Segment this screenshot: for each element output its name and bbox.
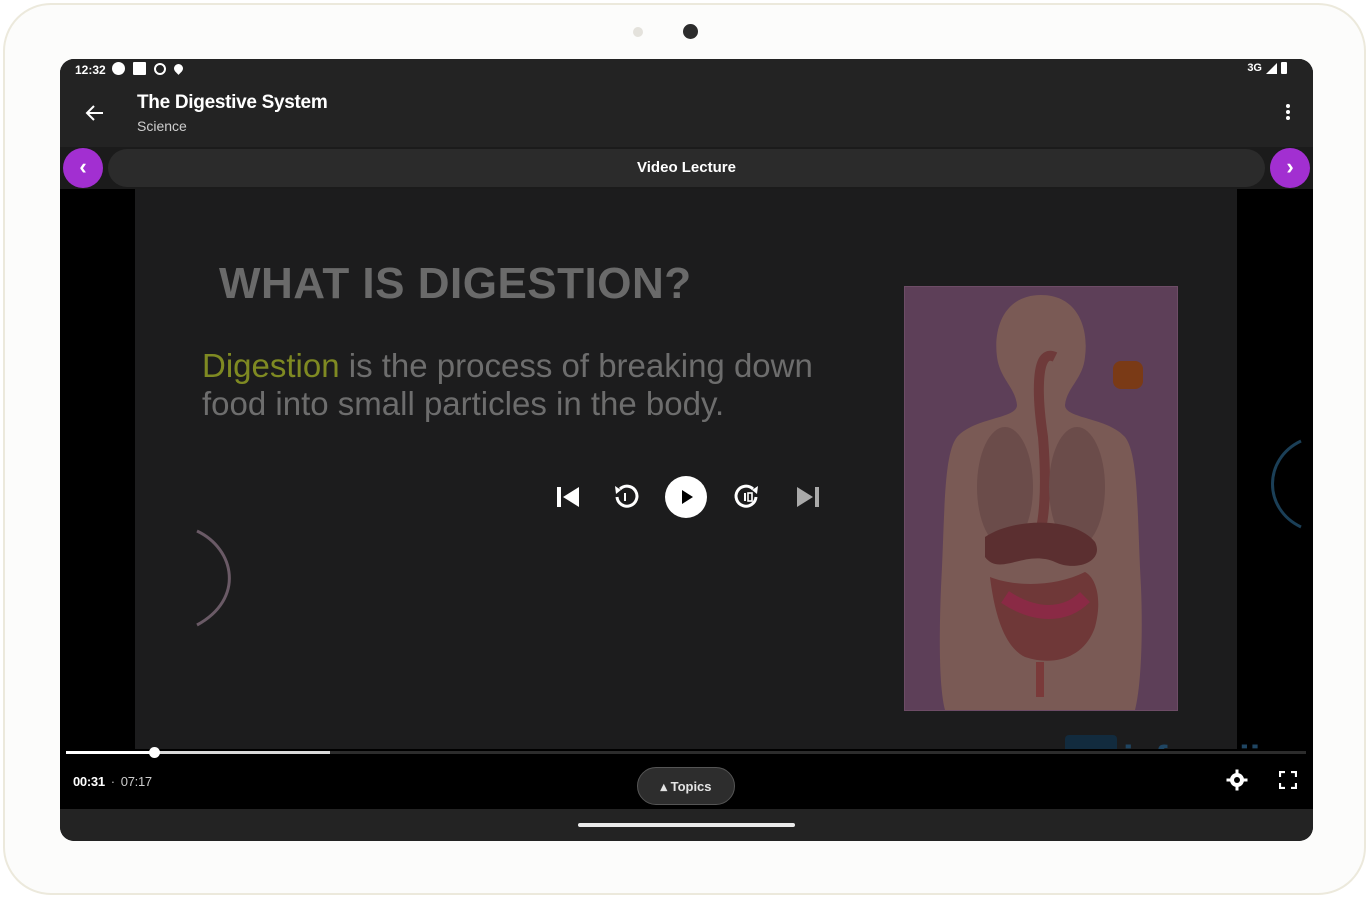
play-icon[interactable]	[664, 475, 708, 519]
battery-icon	[1281, 62, 1287, 74]
network-type: 3G	[1247, 62, 1262, 74]
front-camera	[683, 24, 698, 39]
circle-icon	[112, 62, 125, 75]
status-time: 12:32	[75, 63, 106, 77]
signal-icon	[1266, 62, 1277, 74]
status-bar: 12:32 3G	[60, 59, 1313, 81]
page-title: The Digestive System	[137, 92, 328, 113]
tab-video-lecture[interactable]: Video Lecture	[108, 149, 1265, 187]
skip-next-icon[interactable]	[786, 475, 830, 519]
slide-title: WHAT IS DIGESTION?	[219, 259, 692, 308]
prev-section-button[interactable]: ‹	[63, 148, 103, 188]
slide-body: Digestion is the process of breaking dow…	[202, 347, 882, 423]
scribble-decoration	[196, 529, 231, 627]
digestive-system-illustration	[904, 286, 1178, 711]
current-time: 00:31	[73, 774, 105, 789]
home-indicator[interactable]	[578, 823, 795, 827]
location-ring-icon	[154, 62, 166, 75]
time-display: 00:31 · 07:17	[73, 774, 152, 789]
slide-highlight: Digestion	[202, 347, 340, 384]
app-bar: The Digestive System Science	[60, 81, 1313, 147]
player-bottom-bar: 00:31 · 07:17 ▴ Topics	[60, 747, 1313, 809]
playback-controls	[546, 475, 826, 519]
scribble-decoration	[1271, 439, 1302, 529]
square-icon	[133, 62, 146, 75]
replay-10-icon[interactable]	[604, 475, 648, 519]
status-icons	[112, 62, 185, 75]
seek-thumb[interactable]	[149, 747, 160, 758]
seek-progress	[66, 751, 154, 754]
location-pin-icon	[172, 62, 185, 75]
screen: 12:32 3G The Digestive System Science ‹	[60, 59, 1313, 841]
forward-10-icon[interactable]	[725, 475, 769, 519]
back-arrow-icon[interactable]	[82, 100, 108, 126]
next-section-button[interactable]: ›	[1270, 148, 1310, 188]
fullscreen-icon[interactable]	[1278, 770, 1298, 790]
skip-previous-icon[interactable]	[546, 475, 590, 519]
gear-icon[interactable]	[1226, 769, 1248, 791]
topics-button[interactable]: ▴ Topics	[637, 767, 735, 805]
status-right: 3G	[1247, 62, 1287, 74]
time-separator: ·	[110, 774, 115, 789]
video-player[interactable]: WHAT IS DIGESTION? Digestion is the proc…	[60, 189, 1313, 811]
page-subtitle: Science	[137, 118, 187, 134]
more-vert-icon[interactable]	[1283, 102, 1293, 124]
tab-strip: ‹ Video Lecture ›	[60, 147, 1313, 189]
system-nav-bar	[60, 809, 1313, 841]
duration: 07:17	[120, 774, 152, 789]
sensor	[633, 27, 643, 37]
